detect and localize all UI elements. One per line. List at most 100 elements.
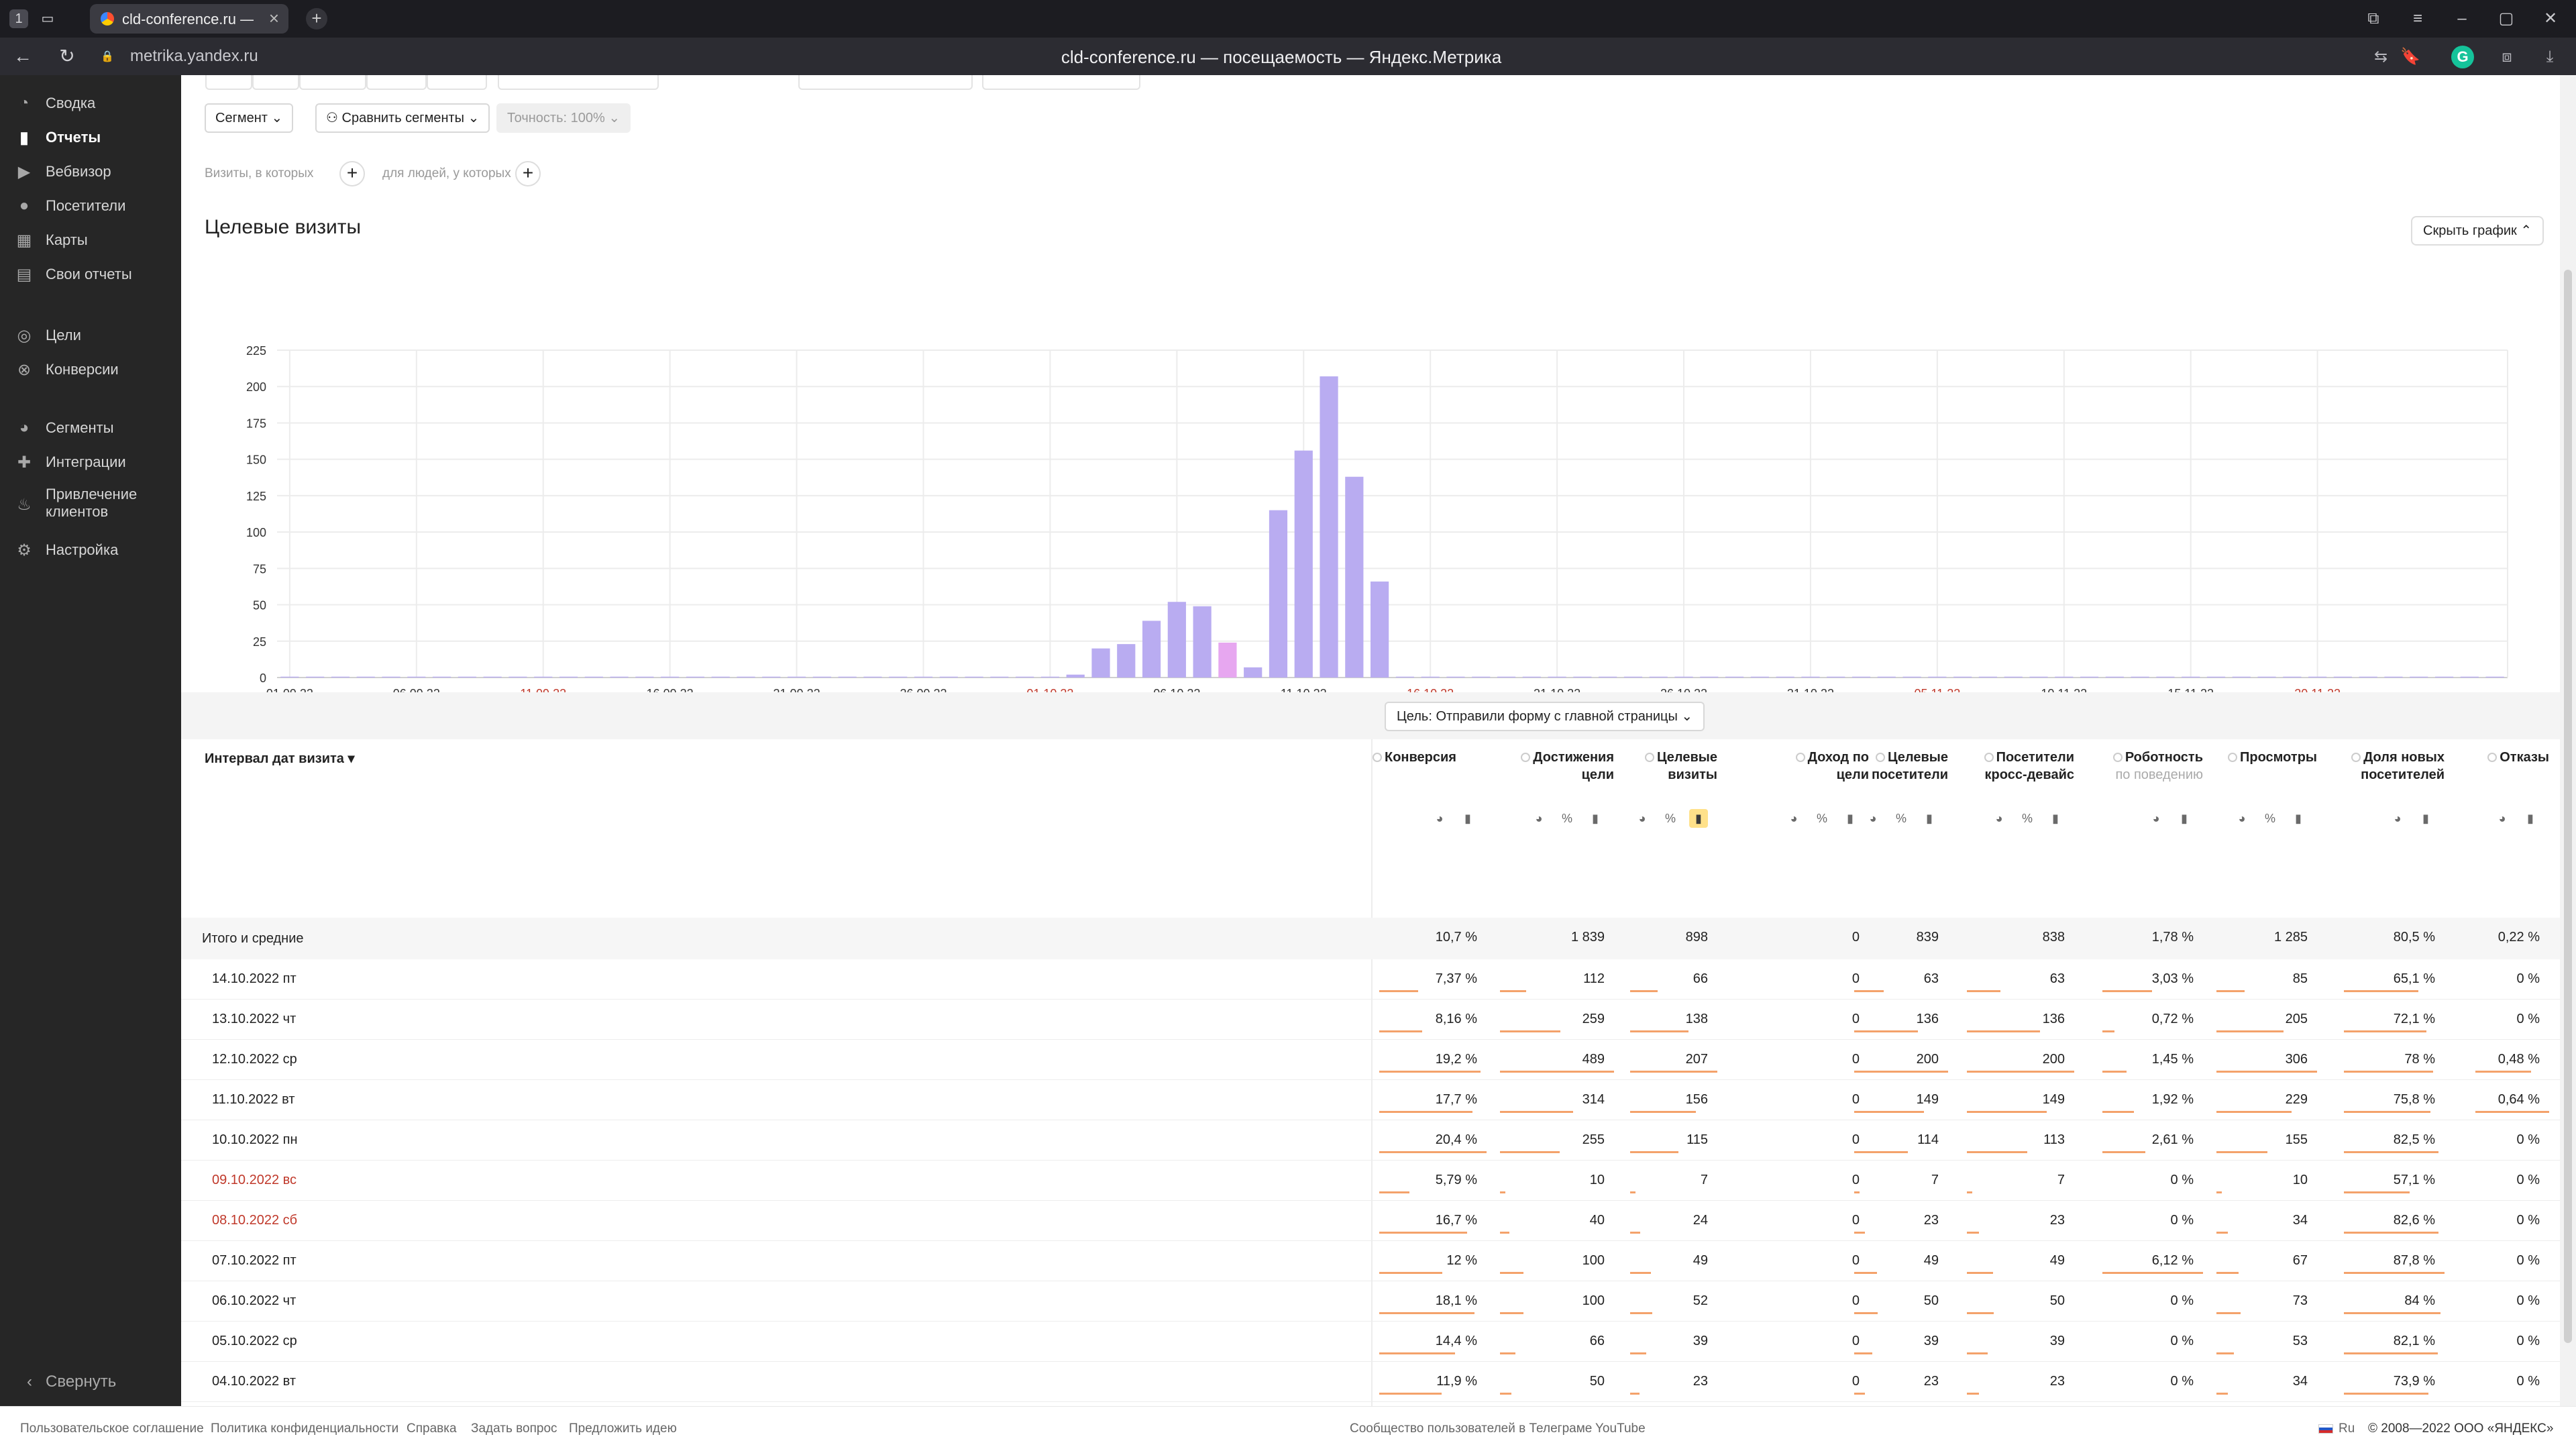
pie-chart-icon[interactable]: ◕ [2493, 809, 2512, 828]
pie-chart-icon[interactable]: ◕ [1529, 809, 1548, 828]
dimension-column-header[interactable]: Интервал дат визита ▾ [205, 750, 355, 767]
add-visit-filter-button[interactable]: + [339, 161, 365, 186]
period-button[interactable] [205, 75, 252, 90]
bookmark-icon[interactable]: 🔖 [2399, 46, 2422, 68]
minimize-button[interactable]: – [2450, 7, 2474, 31]
column-radio[interactable] [1795, 753, 1805, 762]
hide-chart-button[interactable]: Скрыть график ⌃ [2411, 216, 2544, 246]
pie-chart-icon[interactable]: ◕ [1430, 809, 1449, 828]
metric-column-header[interactable]: Просмотры [2210, 749, 2317, 766]
column-radio[interactable] [2487, 753, 2498, 762]
table-row[interactable]: 14.10.2022 пт 7,37 % 112 66 0 63 63 3,03 % 85 65,… [181, 959, 2560, 1000]
footer-link-help[interactable]: Справка [407, 1421, 457, 1436]
extensions-icon[interactable]: ⧈ [2496, 46, 2518, 68]
percent-icon[interactable]: % [1558, 809, 1576, 828]
pie-chart-icon[interactable]: ◕ [2388, 809, 2407, 828]
translate-icon[interactable]: ⇆ [2369, 46, 2392, 68]
dataset-select[interactable] [982, 75, 1140, 90]
accuracy-button[interactable]: Точность: 100% ⌄ [496, 103, 631, 133]
period-button[interactable] [366, 75, 427, 90]
period-button[interactable] [252, 75, 299, 90]
pie-chart-icon[interactable]: ◕ [1990, 809, 2008, 828]
percent-icon[interactable]: % [1661, 809, 1680, 828]
table-row[interactable]: 05.10.2022 ср 14,4 % 66 39 0 39 39 0 % 53 82,1 % 0… [181, 1322, 2560, 1362]
grammarly-extension-icon[interactable]: G [2451, 46, 2474, 68]
sidebar-item-segments[interactable]: ◕ Сегменты [15, 415, 114, 441]
back-arrow-icon[interactable]: ← [11, 44, 35, 68]
percent-icon[interactable]: % [1892, 809, 1911, 828]
pie-chart-icon[interactable]: ◕ [2147, 809, 2165, 828]
column-radio[interactable] [1984, 753, 1994, 762]
detail-select[interactable] [498, 75, 659, 90]
scroll-thumb[interactable] [2564, 270, 2572, 1343]
bar-chart-icon[interactable]: ▮ [2416, 809, 2435, 828]
period-button[interactable] [299, 75, 366, 90]
sidebar-item-visitors[interactable]: ● Посетители [15, 193, 126, 219]
pie-chart-icon[interactable]: ◕ [1864, 809, 1882, 828]
segment-button[interactable]: Сегмент ⌄ [205, 103, 294, 133]
footer-link-privacy[interactable]: Политика конфиденциальности [211, 1421, 398, 1436]
sidebar-item-goals[interactable]: ◎ Цели [15, 322, 81, 349]
column-radio[interactable] [1875, 753, 1885, 762]
sidebar-item-webvisor[interactable]: ▶ Вебвизор [15, 158, 111, 185]
table-row[interactable]: 07.10.2022 пт 12 % 100 49 0 49 49 6,12 % 67 87,8 … [181, 1241, 2560, 1281]
footer-link-youtube[interactable]: YouTube [1595, 1421, 1646, 1436]
footer-link-idea[interactable]: Предложить идею [569, 1421, 677, 1436]
metric-column-header[interactable]: Посетители кросс-девайс [1960, 749, 2074, 784]
tab-folder-icon[interactable]: ▭ [36, 9, 59, 28]
footer-link-community[interactable]: Сообщество пользователей в Телеграме [1350, 1421, 1592, 1436]
bar-chart-icon[interactable]: ▮ [1458, 809, 1477, 828]
sidebar-item-maps[interactable]: ▦ Карты [15, 227, 88, 254]
attribution-select[interactable] [798, 75, 973, 90]
table-row[interactable]: 13.10.2022 чт 8,16 % 259 138 0 136 136 0,72 % 20… [181, 1000, 2560, 1040]
period-button[interactable] [427, 75, 487, 90]
page-scrollbar[interactable] [2560, 75, 2576, 1406]
metric-column-header[interactable]: Роботность по поведению [2096, 749, 2203, 784]
table-row[interactable]: 08.10.2022 сб 16,7 % 40 24 0 23 23 0 % 34 82,6 % 0… [181, 1201, 2560, 1241]
metric-column-header[interactable]: Целевые визиты [1623, 749, 1717, 784]
footer-link-terms[interactable]: Пользовательское соглашение [20, 1421, 204, 1436]
pie-chart-icon[interactable]: ◕ [2233, 809, 2251, 828]
menu-icon[interactable]: ≡ [2406, 7, 2430, 31]
table-row[interactable]: 11.10.2022 вт 17,7 % 314 156 0 149 149 1,92 % 22… [181, 1080, 2560, 1120]
bar-chart-icon[interactable]: ▮ [2175, 809, 2194, 828]
close-window-button[interactable]: ✕ [2538, 7, 2563, 31]
bar-chart-icon[interactable]: ▮ [1689, 809, 1708, 828]
sidebar-item-reports[interactable]: ▮ Отчеты [15, 124, 101, 151]
table-row[interactable]: 09.10.2022 вс 5,79 % 10 7 0 7 7 0 % 10 57,1 % 0 % [181, 1161, 2560, 1201]
footer-link-ask[interactable]: Задать вопрос [471, 1421, 557, 1436]
reload-icon[interactable]: ↻ [55, 44, 79, 68]
metric-column-header[interactable]: Достижения цели [1493, 749, 1614, 784]
maximize-button[interactable]: ▢ [2494, 7, 2518, 31]
tab-close-icon[interactable]: × [269, 8, 279, 29]
url-field[interactable]: metrika.yandex.ru [130, 47, 258, 66]
tabs-view-icon[interactable]: ⧉ [2361, 7, 2385, 31]
column-radio[interactable] [2112, 753, 2123, 762]
column-radio[interactable] [1521, 753, 1531, 762]
language-switch[interactable]: Ru [2339, 1421, 2355, 1436]
percent-icon[interactable]: % [2261, 809, 2279, 828]
add-people-filter-button[interactable]: + [515, 161, 541, 186]
bar-chart-icon[interactable]: ▮ [2521, 809, 2540, 828]
download-icon[interactable]: ⤓ [2538, 46, 2561, 68]
table-row[interactable]: 06.10.2022 чт 18,1 % 100 52 0 50 50 0 % 73 84 % 0 … [181, 1281, 2560, 1322]
table-row[interactable]: 12.10.2022 ср 19,2 % 489 207 0 200 200 1,45 % 30… [181, 1040, 2560, 1080]
column-radio[interactable] [2351, 753, 2361, 762]
sidebar-item-summary[interactable]: ◔ Сводка [15, 90, 96, 117]
bar-chart-icon[interactable]: ▮ [2046, 809, 2065, 828]
table-row[interactable]: 10.10.2022 пн 20,4 % 255 115 0 114 113 2,61 % 15… [181, 1120, 2560, 1161]
sidebar-collapse-button[interactable]: ‹ Свернуть [27, 1373, 116, 1391]
percent-icon[interactable]: % [2018, 809, 2037, 828]
table-row[interactable]: 04.10.2022 вт 11,9 % 50 23 0 23 23 0 % 34 73,9 % 0… [181, 1362, 2560, 1402]
sidebar-item-settings[interactable]: ⚙ Настройка [15, 537, 118, 564]
column-radio[interactable] [1373, 753, 1382, 762]
bar-chart-icon[interactable]: ▮ [1920, 809, 1939, 828]
percent-icon[interactable]: % [1813, 809, 1831, 828]
goal-select[interactable]: Цель: Отправили форму с главной страницы… [1385, 702, 1705, 731]
bar-chart-icon[interactable]: ▮ [1841, 809, 1860, 828]
bar-chart-icon[interactable]: ▮ [1586, 809, 1605, 828]
sidebar-item-custom-reports[interactable]: ▤ Свои отчеты [15, 261, 132, 288]
sidebar-item-acquisition[interactable]: ♨ Привлечение клиентов [15, 486, 153, 523]
column-radio[interactable] [2227, 753, 2237, 762]
pie-chart-icon[interactable]: ◕ [1784, 809, 1803, 828]
